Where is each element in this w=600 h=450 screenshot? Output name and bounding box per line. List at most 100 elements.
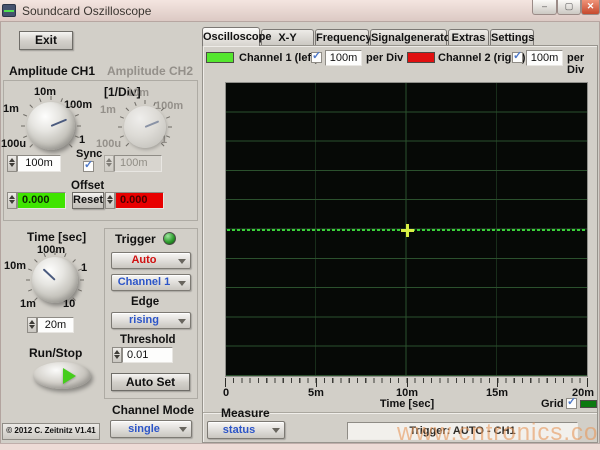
window-bottom-border	[0, 443, 600, 450]
amplitude-ch1-value[interactable]: 100m	[17, 155, 61, 172]
x-tick-label: 0	[223, 387, 229, 399]
knob-tick	[118, 127, 122, 128]
knob-tick	[80, 280, 84, 281]
amplitude-ch2-spinner	[104, 155, 114, 172]
app-icon	[2, 4, 16, 17]
tab-extras[interactable]: Extras	[448, 29, 489, 46]
amplitude-ch1-knob[interactable]	[27, 102, 75, 150]
dial-label: 1m	[3, 103, 19, 115]
threshold-spinner[interactable]	[112, 347, 122, 363]
knob-tick	[168, 127, 172, 128]
x-axis-ticks	[225, 378, 588, 387]
amplitude-ch1-title: Amplitude CH1	[9, 64, 95, 78]
channel2-color-swatch	[407, 52, 435, 63]
offset-ch1-spinner[interactable]	[7, 192, 17, 209]
knob-tick	[26, 280, 30, 281]
time-value[interactable]: 20m	[37, 317, 74, 333]
trigger-title: Trigger	[115, 232, 156, 246]
trigger-source-value: Channel 1	[112, 275, 190, 290]
cursor-crosshair-icon[interactable]	[406, 224, 409, 237]
knob-tick	[72, 259, 76, 263]
time-title: Time [sec]	[27, 230, 86, 244]
close-button[interactable]: ✕	[581, 0, 600, 15]
play-icon	[63, 368, 76, 384]
knob-tick	[78, 289, 82, 291]
check-icon: ✓	[84, 158, 93, 171]
exit-button[interactable]: Exit	[19, 31, 73, 50]
channel2-enable-checkbox[interactable]: ✓	[512, 52, 523, 63]
x-tick-label: 5m	[308, 387, 324, 399]
dial-label: 100m	[37, 244, 65, 256]
app-window: Soundcard Oszilloscope – ▢ ✕ Exit Amplit…	[0, 0, 600, 450]
amplitude-ch1-spinner[interactable]	[7, 155, 17, 172]
channel1-label: Channel 1 (left)	[239, 52, 318, 64]
grid-label: Grid	[541, 398, 564, 410]
knob-tick	[28, 289, 32, 291]
channel1-scale-value[interactable]: 100m	[325, 50, 362, 66]
dial-label: 10m	[4, 260, 26, 272]
trigger-mode-value: Auto	[112, 253, 190, 268]
channel-mode-label: Channel Mode	[112, 403, 194, 417]
trigger-mode-dropdown[interactable]: Auto	[111, 252, 191, 269]
offset-ch2-value[interactable]: 0.000	[115, 192, 164, 209]
dial-label: 100u	[1, 138, 26, 150]
measure-value: status	[208, 422, 284, 438]
offset-ch1-value[interactable]: 0.000	[17, 192, 66, 209]
tab-frequency[interactable]: Frequency	[315, 29, 369, 46]
trigger-edge-value: rising	[112, 313, 190, 328]
window-title: Soundcard Oszilloscope	[22, 4, 151, 18]
offset-ch2-spinner[interactable]	[105, 192, 115, 209]
knob-tick	[145, 100, 146, 104]
trigger-edge-dropdown[interactable]: rising	[111, 312, 191, 329]
minimize-button[interactable]: –	[532, 0, 557, 15]
measure-dropdown[interactable]: status	[207, 421, 285, 439]
threshold-label: Threshold	[120, 334, 176, 346]
grid-checkbox[interactable]: ✓	[566, 398, 577, 409]
knob-tick	[55, 251, 56, 255]
run-stop-button[interactable]	[33, 362, 91, 389]
time-spinner[interactable]	[27, 317, 37, 333]
auto-set-button[interactable]: Auto Set	[111, 373, 190, 391]
knob-tick	[64, 253, 66, 257]
tab-oscilloscope[interactable]: Oscilloscope	[202, 27, 260, 46]
grid-color-swatch[interactable]	[580, 400, 597, 408]
check-icon: ✓	[567, 395, 576, 408]
knob-tick	[34, 259, 38, 263]
knob-needle	[145, 120, 160, 128]
dial-label: 1	[79, 134, 85, 146]
dial-label: 10m	[127, 87, 149, 99]
channel1-perdiv-label: per Div	[366, 52, 403, 64]
status-field: Trigger: AUTO - CH1	[347, 422, 578, 440]
x-axis-title: Time [sec]	[380, 398, 434, 410]
dial-label: 10m	[34, 86, 56, 98]
dial-label: 1m	[100, 104, 116, 116]
threshold-value[interactable]: 0.01	[122, 347, 173, 363]
channel2-scale-value[interactable]: 100m	[526, 50, 563, 66]
knob-tick	[28, 268, 32, 270]
knob-needle	[43, 268, 56, 280]
tab-signalgenerator[interactable]: Signalgenerator	[370, 29, 447, 46]
amplitude-ch2-value: 100m	[114, 155, 162, 172]
dial-label: 100m	[155, 100, 183, 112]
trigger-led	[163, 232, 176, 245]
knob-tick	[51, 96, 52, 100]
amplitude-ch2-title: Amplitude CH2	[107, 64, 193, 78]
amplitude-ch2-knob	[124, 106, 166, 148]
trigger-source-dropdown[interactable]: Channel 1	[111, 274, 191, 291]
tab-settings[interactable]: Settings	[490, 29, 534, 46]
sync-checkbox[interactable]: ✓	[83, 161, 94, 172]
time-knob[interactable]	[32, 257, 78, 303]
check-icon: ✓	[513, 49, 522, 62]
scope-display[interactable]	[225, 82, 588, 377]
measure-label: Measure	[221, 406, 270, 420]
copyright-bar: © 2012 C. Zeitnitz V1.41	[2, 423, 100, 440]
edge-label: Edge	[131, 296, 159, 308]
dial-label: 1	[81, 262, 87, 274]
offset-reset-button[interactable]: Reset	[72, 192, 104, 209]
maximize-button[interactable]: ▢	[557, 0, 581, 15]
knob-needle	[51, 119, 67, 127]
channel1-enable-checkbox[interactable]: ✓	[311, 52, 322, 63]
titlebar[interactable]: Soundcard Oszilloscope – ▢ ✕	[0, 0, 600, 22]
channel-mode-dropdown[interactable]: single	[110, 420, 192, 438]
knob-tick	[21, 126, 25, 127]
